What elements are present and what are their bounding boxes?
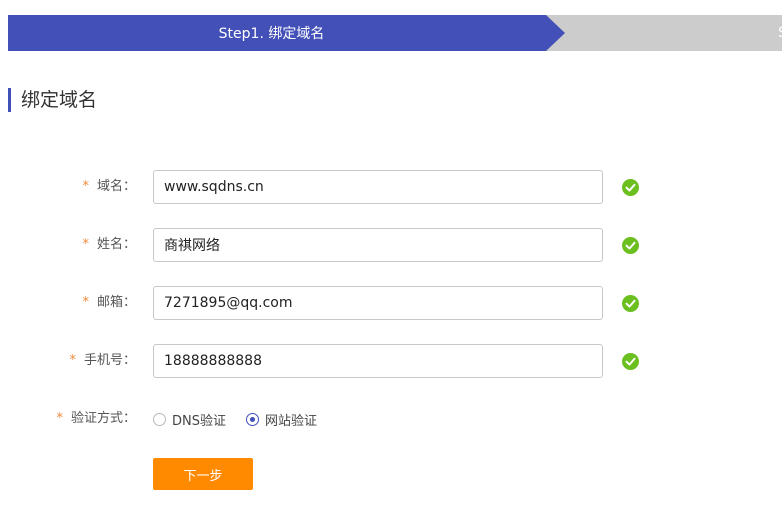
domain-input[interactable]	[153, 170, 603, 204]
radio-dns[interactable]: DNS验证	[153, 410, 226, 429]
step-1-active: Step1. 绑定域名	[8, 15, 565, 51]
check-circle-icon	[622, 237, 639, 254]
phone-input[interactable]	[153, 344, 603, 378]
domain-label: * 域名：	[82, 179, 136, 194]
phone-row: * 手机号：	[0, 344, 782, 378]
email-row: * 邮箱：	[0, 286, 782, 320]
phone-label: * 手机号：	[69, 353, 136, 368]
domain-row: * 域名：	[0, 170, 782, 204]
check-circle-icon	[622, 353, 639, 370]
radio-dns-circle[interactable]	[153, 412, 166, 426]
name-row: * 姓名：	[0, 228, 782, 262]
check-circle-icon	[622, 179, 639, 196]
verify-radio-group: DNS验证 网站验证	[153, 402, 337, 436]
email-input[interactable]	[153, 286, 603, 320]
required-mark: *	[56, 411, 63, 426]
required-mark: *	[82, 237, 89, 252]
required-mark: *	[82, 179, 89, 194]
email-label: * 邮箱：	[82, 295, 136, 310]
section-title: 绑定域名	[8, 88, 97, 112]
next-step-button[interactable]: 下一步	[153, 458, 253, 490]
required-mark: *	[82, 295, 89, 310]
verify-label: * 验证方式：	[56, 411, 136, 426]
radio-website-circle[interactable]	[246, 412, 259, 426]
step-1-label: Step1. 绑定域名	[218, 26, 325, 42]
name-label: * 姓名：	[82, 237, 136, 252]
step-2-label: S	[778, 15, 782, 51]
check-circle-icon	[622, 295, 639, 312]
radio-website-label: 网站验证	[265, 413, 318, 429]
radio-website[interactable]: 网站验证	[246, 410, 317, 429]
step-progress-bar: Step1. 绑定域名 S	[8, 15, 782, 51]
name-input[interactable]	[153, 228, 603, 262]
verify-row: * 验证方式： DNS验证 网站验证	[0, 402, 782, 436]
required-mark: *	[69, 353, 76, 368]
radio-dns-label: DNS验证	[172, 413, 226, 429]
